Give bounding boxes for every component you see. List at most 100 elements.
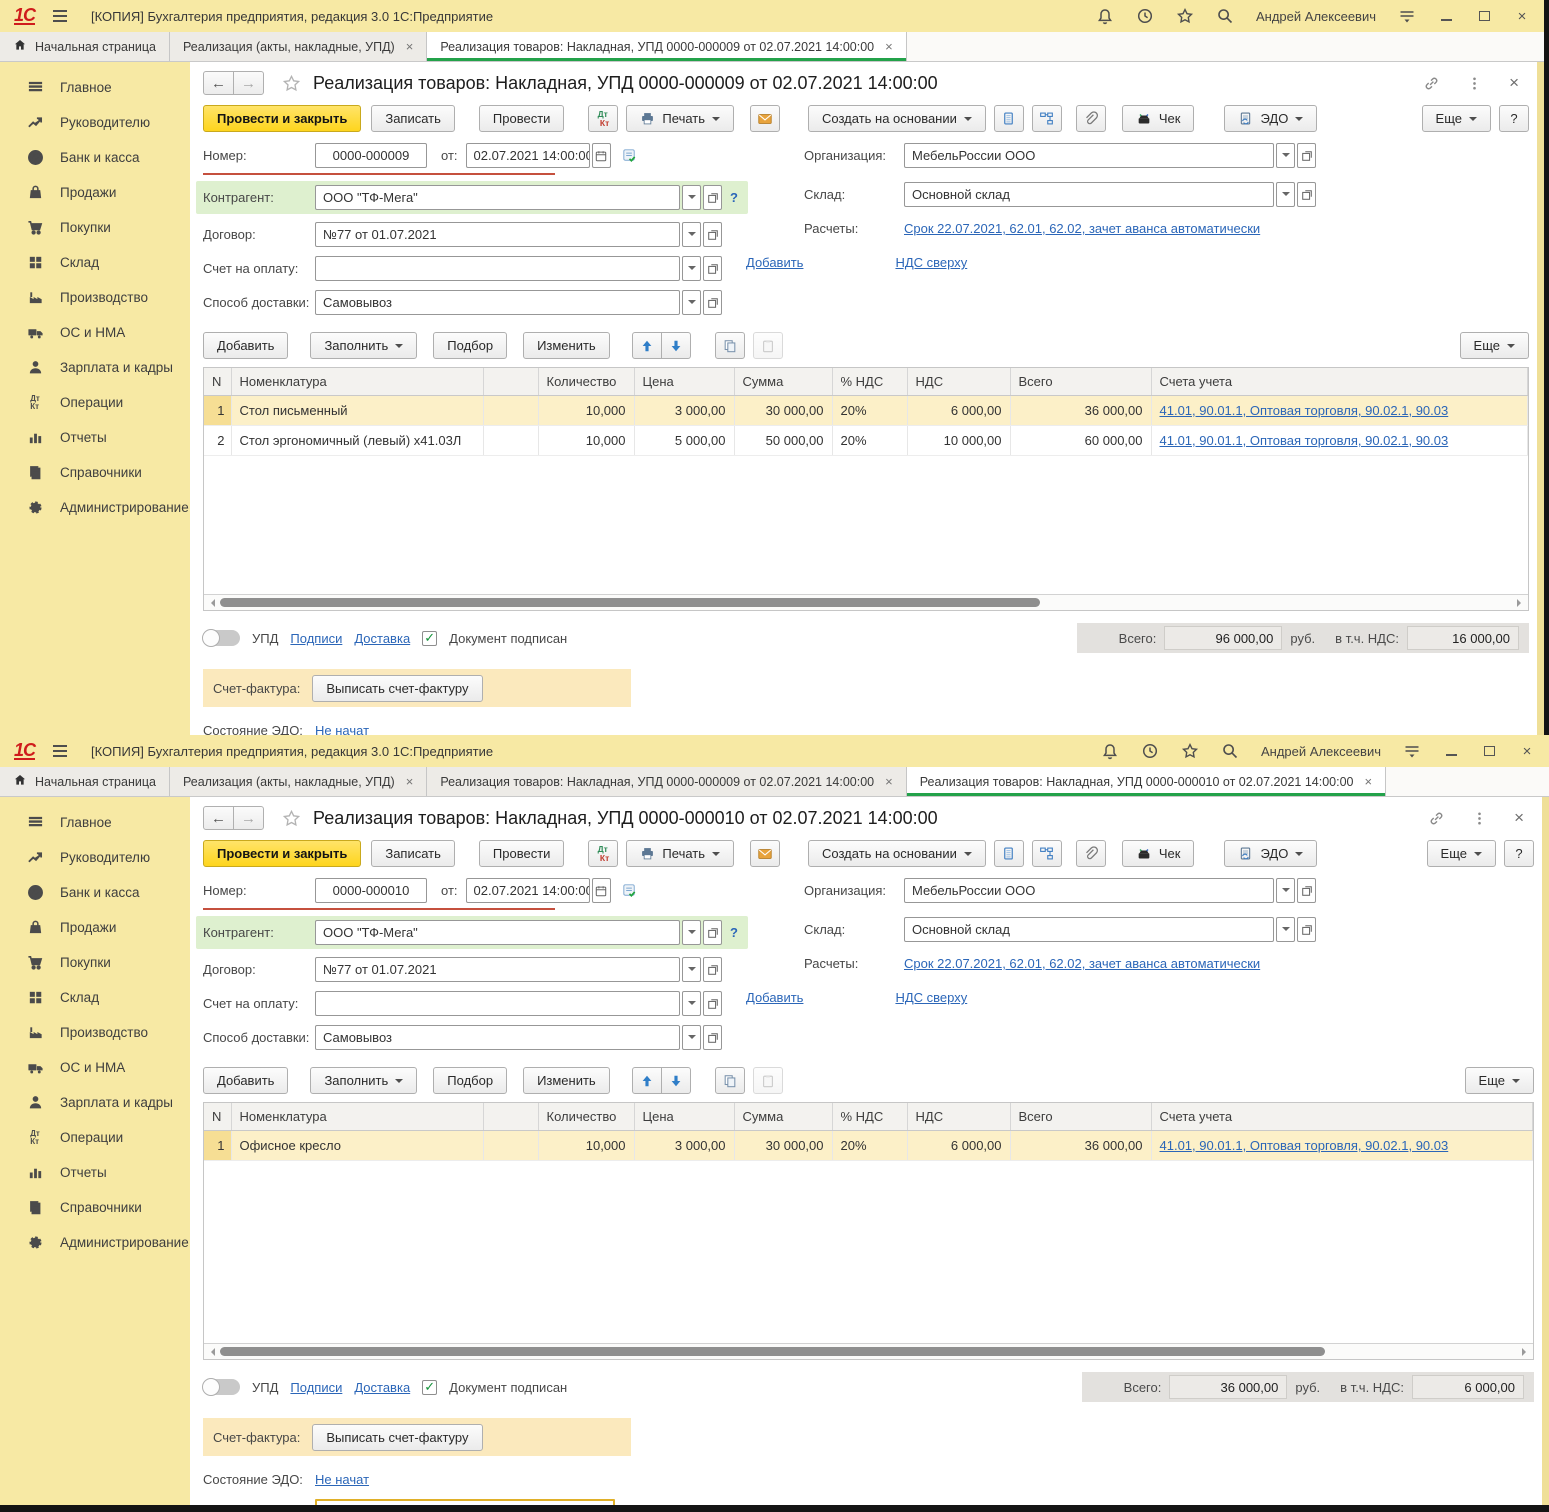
more-dots-icon[interactable] <box>1471 810 1488 827</box>
calendar-icon[interactable] <box>592 143 611 168</box>
tab-document[interactable]: Реализация (акты, накладные, УПД)× <box>170 767 427 796</box>
print-button[interactable]: Печать <box>626 840 734 867</box>
tab-close-icon[interactable]: × <box>885 774 893 789</box>
create-from-button[interactable]: Создать на основании <box>808 840 986 867</box>
upd-toggle[interactable] <box>203 630 240 646</box>
post-and-close-button[interactable]: Провести и закрыть <box>203 105 361 132</box>
contract-dropdown-icon[interactable] <box>682 957 701 982</box>
warehouse-input[interactable]: Основной склад <box>904 182 1274 207</box>
check-receipt-button[interactable]: Чек <box>1122 840 1195 867</box>
delivery-input[interactable]: Самовывоз <box>315 1025 680 1050</box>
sidebar-item-pokupki[interactable]: Покупки <box>0 210 190 245</box>
signed-checkbox[interactable]: ✓ <box>422 1380 437 1395</box>
warehouse-input[interactable]: Основной склад <box>904 917 1274 942</box>
invoice-open-icon[interactable] <box>703 256 722 281</box>
counterparty-input[interactable]: ООО "ТФ-Мега" <box>315 920 680 945</box>
notifications-bell-icon[interactable] <box>1096 7 1114 25</box>
send-email-button[interactable] <box>750 840 780 867</box>
contract-dropdown-icon[interactable] <box>682 222 701 247</box>
sidebar-item-zarplata-i-kadry[interactable]: Зарплата и кадры <box>0 350 190 385</box>
search-icon[interactable] <box>1216 7 1234 25</box>
table-more-button[interactable]: Еще <box>1465 1067 1534 1094</box>
minimize-button[interactable] <box>1438 8 1454 24</box>
more-button[interactable]: Еще <box>1422 105 1491 132</box>
paste-rows-button[interactable] <box>753 332 783 359</box>
calendar-icon[interactable] <box>592 878 611 903</box>
fill-button[interactable]: Заполнить <box>310 332 417 359</box>
copy-rows-button[interactable] <box>715 1067 745 1094</box>
tab-document[interactable]: Реализация товаров: Накладная, УПД 0000-… <box>427 32 906 61</box>
sidebar-item-bank-i-kassa[interactable]: Банк и касса <box>0 875 190 910</box>
invoice-input[interactable] <box>315 991 680 1016</box>
sidebar-item-operacii[interactable]: ДтКтОперации <box>0 1120 190 1155</box>
sidebar-item-os-i-nma[interactable]: ОС и НМА <box>0 1050 190 1085</box>
tab-home[interactable]: Начальная страница <box>0 767 170 796</box>
sidebar-item-spravochniki[interactable]: Справочники <box>0 1190 190 1225</box>
vat-mode-link[interactable]: НДС сверху <box>895 255 967 270</box>
settlements-link[interactable]: Срок 22.07.2021, 62.01, 62.02, зачет ава… <box>904 956 1260 971</box>
favorite-star-icon[interactable] <box>282 74 301 93</box>
move-down-button[interactable] <box>661 1067 691 1094</box>
delivery-dropdown-icon[interactable] <box>682 1025 701 1050</box>
related-documents-button[interactable] <box>994 105 1024 132</box>
search-icon[interactable] <box>1221 742 1239 760</box>
edit-button[interactable]: Изменить <box>523 1067 610 1094</box>
upd-toggle[interactable] <box>203 1379 240 1395</box>
tab-close-icon[interactable]: × <box>1365 774 1373 789</box>
tab-close-icon[interactable]: × <box>885 39 893 54</box>
favorite-star-icon[interactable] <box>282 809 301 828</box>
date-input[interactable]: 02.07.2021 14:00:00 <box>466 143 590 168</box>
document-structure-button[interactable] <box>1032 105 1062 132</box>
more-dots-icon[interactable] <box>1466 75 1483 92</box>
tab-document[interactable]: Реализация товаров: Накладная, УПД 0000-… <box>427 767 906 796</box>
pick-button[interactable]: Подбор <box>433 1067 507 1094</box>
add-invoice-link[interactable]: Добавить <box>746 990 803 1005</box>
close-window-icon[interactable]: × <box>1514 8 1530 24</box>
delivery-link[interactable]: Доставка <box>354 631 410 646</box>
invoice-dropdown-icon[interactable] <box>682 991 701 1016</box>
settlements-link[interactable]: Срок 22.07.2021, 62.01, 62.02, зачет ава… <box>904 221 1260 236</box>
organization-dropdown-icon[interactable] <box>1276 143 1295 168</box>
date-input[interactable]: 02.07.2021 14:00:00 <box>466 878 590 903</box>
sidebar-item-prodazhi[interactable]: Продажи <box>0 910 190 945</box>
save-button[interactable]: Записать <box>371 840 455 867</box>
forward-button[interactable]: → <box>233 71 264 95</box>
counterparty-dropdown-icon[interactable] <box>682 185 701 210</box>
post-button[interactable]: Провести <box>479 105 565 132</box>
counterparty-help-link[interactable]: ? <box>730 925 738 940</box>
signatures-link[interactable]: Подписи <box>290 1380 342 1395</box>
accounts-link[interactable]: 41.01, 90.01.1, Оптовая торговля, 90.02.… <box>1160 1138 1449 1153</box>
organization-open-icon[interactable] <box>1297 143 1316 168</box>
number-input[interactable]: 0000-000010 <box>315 878 427 903</box>
sidebar-item-sklad[interactable]: Склад <box>0 245 190 280</box>
sidebar-item-spravochniki[interactable]: Справочники <box>0 455 190 490</box>
organization-open-icon[interactable] <box>1297 878 1316 903</box>
add-row-button[interactable]: Добавить <box>203 1067 288 1094</box>
horizontal-scrollbar[interactable] <box>204 594 1528 610</box>
fill-button[interactable]: Заполнить <box>310 1067 417 1094</box>
main-menu-icon[interactable] <box>53 745 67 757</box>
paste-rows-button[interactable] <box>753 1067 783 1094</box>
sidebar-item-pokupki[interactable]: Покупки <box>0 945 190 980</box>
sidebar-item-otchety[interactable]: Отчеты <box>0 1155 190 1190</box>
move-up-button[interactable] <box>632 332 662 359</box>
main-menu-icon[interactable] <box>53 10 67 22</box>
counterparty-dropdown-icon[interactable] <box>682 920 701 945</box>
invoice-dropdown-icon[interactable] <box>682 256 701 281</box>
tab-document[interactable]: Реализация товаров: Накладная, УПД 0000-… <box>907 767 1386 796</box>
notifications-bell-icon[interactable] <box>1101 742 1119 760</box>
tab-document[interactable]: Реализация (акты, накладные, УПД)× <box>170 32 427 61</box>
comment-input[interactable] <box>315 1499 615 1505</box>
history-icon[interactable] <box>1141 742 1159 760</box>
organization-input[interactable]: МебельРоссии ООО <box>904 878 1274 903</box>
post-and-close-button[interactable]: Провести и закрыть <box>203 840 361 867</box>
pick-button[interactable]: Подбор <box>433 332 507 359</box>
help-button[interactable]: ? <box>1504 840 1534 867</box>
counterparty-help-link[interactable]: ? <box>730 190 738 205</box>
issue-invoice-button[interactable]: Выписать счет-фактуру <box>312 675 482 702</box>
sidebar-item-prodazhi[interactable]: Продажи <box>0 175 190 210</box>
back-button[interactable]: ← <box>203 71 234 95</box>
warehouse-dropdown-icon[interactable] <box>1276 917 1295 942</box>
accounts-link[interactable]: 41.01, 90.01.1, Оптовая торговля, 90.02.… <box>1160 403 1449 418</box>
related-documents-button[interactable] <box>994 840 1024 867</box>
